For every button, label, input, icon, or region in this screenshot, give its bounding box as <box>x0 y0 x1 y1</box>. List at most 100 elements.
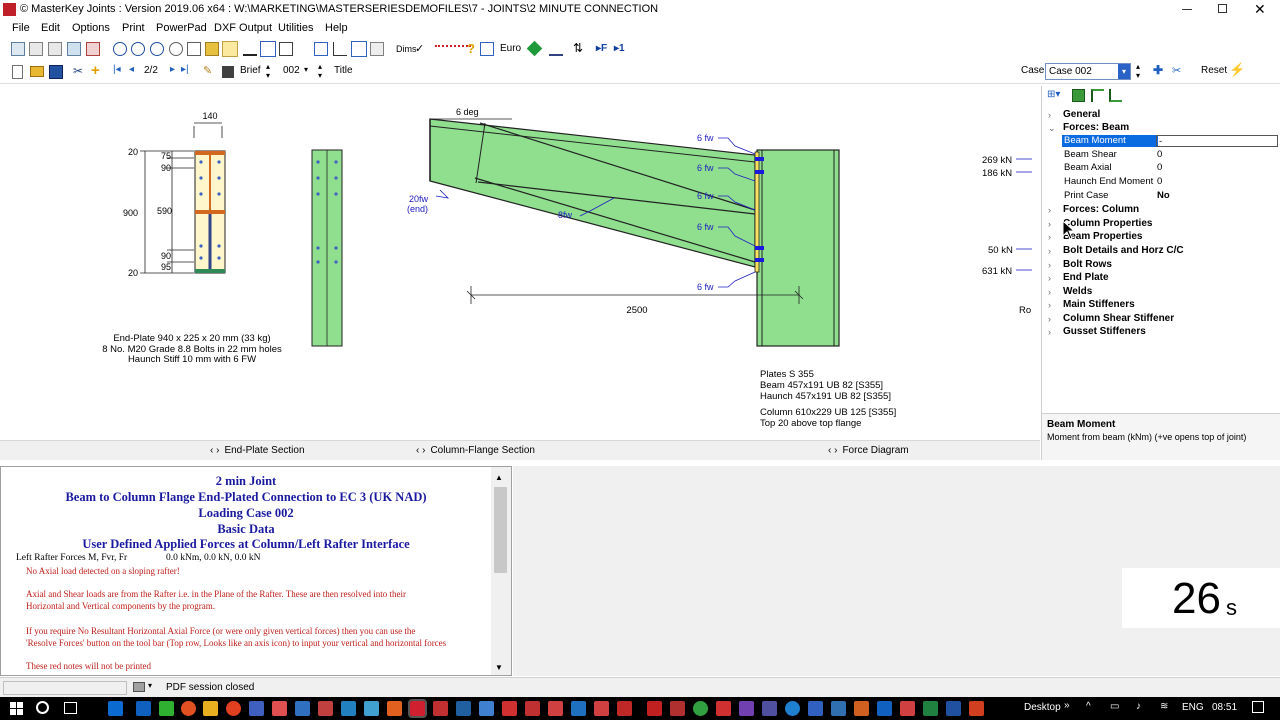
pan-icon[interactable] <box>222 41 238 57</box>
rafter-icon[interactable] <box>314 42 328 56</box>
search-icon[interactable] <box>36 701 49 714</box>
zoom-plus-icon[interactable] <box>131 42 145 56</box>
brief-selector[interactable]: Brief <box>240 65 261 76</box>
save-icon[interactable] <box>49 65 63 79</box>
category-welds[interactable]: Welds <box>1063 286 1092 297</box>
taskbar-app-icon[interactable] <box>785 701 800 716</box>
taskbar-app-icon[interactable] <box>525 701 540 716</box>
pencil-icon[interactable]: ✎ <box>203 64 212 77</box>
printer-icon[interactable] <box>29 42 43 56</box>
taskbar-app-icon[interactable] <box>318 701 333 716</box>
drawing-canvas[interactable]: 140 20 75 90 900 590 90 20 95 End-Plate … <box>0 86 1040 460</box>
prop-print-case[interactable]: Print Case <box>1062 190 1158 202</box>
taskbar-app-icon[interactable] <box>159 701 174 716</box>
taskbar-app-icon[interactable] <box>762 701 777 716</box>
taskbar-app-icon[interactable] <box>716 701 731 716</box>
report-pane[interactable]: 2 min Joint Beam to Column Flange End-Pl… <box>0 466 512 676</box>
tab-endplate-section[interactable]: ‹ › End-Plate Section <box>210 445 305 456</box>
prop-print-case-value[interactable]: No <box>1157 190 1170 202</box>
category-main-stiffeners[interactable]: Main Stiffeners <box>1063 299 1135 310</box>
taskbar-app-icon[interactable] <box>548 701 563 716</box>
category-column-shear-stiffener[interactable]: Column Shear Stiffener <box>1063 313 1174 324</box>
taskbar-app-icon[interactable] <box>877 701 892 716</box>
taskbar-app-icon[interactable] <box>831 701 846 716</box>
task-view-icon[interactable] <box>64 702 77 714</box>
taskbar-app-icon[interactable] <box>249 701 264 716</box>
taskbar-app-icon[interactable] <box>946 701 961 716</box>
chevron-down-icon[interactable]: ⌄ <box>1048 123 1056 134</box>
taskbar-app-icon[interactable] <box>364 701 379 716</box>
delete-case-icon[interactable]: ✂ <box>1172 64 1181 77</box>
prop-beam-axial[interactable]: Beam Axial <box>1062 162 1158 174</box>
wand-icon[interactable] <box>549 42 563 56</box>
chevron-right-icon[interactable]: › <box>1048 205 1051 215</box>
add-icon[interactable]: + <box>91 62 100 79</box>
menu-help[interactable]: Help <box>325 22 348 34</box>
prop-haunch-end-moment[interactable]: Haunch End Moment <box>1062 176 1158 188</box>
zoom-extents-icon[interactable] <box>187 42 201 56</box>
taskbar-app-icon[interactable] <box>203 701 218 716</box>
first-page-icon[interactable]: |◂ <box>113 64 121 75</box>
tray-volume-icon[interactable]: ♪ <box>1136 701 1141 712</box>
taskbar-app-icon[interactable] <box>617 701 632 716</box>
chevron-down-icon[interactable]: ▾ <box>1118 64 1130 79</box>
span-dim-icon[interactable] <box>260 41 276 57</box>
taskbar-app-icon[interactable] <box>739 701 754 716</box>
taskbar-app-icon[interactable] <box>387 701 402 716</box>
taskbar-desktop-label[interactable]: Desktop <box>1024 702 1061 713</box>
grid-toolbar-haunch-icon[interactable] <box>1109 89 1122 102</box>
category-end-plate[interactable]: End Plate <box>1063 272 1109 283</box>
chevron-right-icon[interactable]: » <box>1064 700 1070 711</box>
taskbar-app-icon[interactable] <box>693 701 708 716</box>
report-scrollbar[interactable]: ▲ ▼ <box>491 467 511 675</box>
force-arrows-icon[interactable] <box>435 45 471 51</box>
print-pages-icon[interactable] <box>67 42 81 56</box>
title-button[interactable]: Title <box>334 65 353 76</box>
category-forces-column[interactable]: Forces: Column <box>1063 204 1139 215</box>
taskbar-app-icon[interactable] <box>923 701 938 716</box>
scroll-down-icon[interactable]: ▼ <box>495 663 503 672</box>
windows-start-icon[interactable] <box>10 702 23 715</box>
check-icon[interactable]: ✓ <box>415 42 424 55</box>
tray-up-icon[interactable]: ^ <box>1086 701 1091 712</box>
next-page-icon[interactable]: ▸ <box>170 64 175 75</box>
taskbar-app-icon[interactable] <box>808 701 823 716</box>
axis-icon[interactable] <box>333 42 347 56</box>
prop-beam-moment[interactable]: Beam Moment <box>1062 135 1158 147</box>
menu-edit[interactable]: Edit <box>41 22 60 34</box>
taskbar-app-icon[interactable] <box>854 701 869 716</box>
taskbar-app-icon[interactable] <box>594 701 609 716</box>
taskbar-app-icon[interactable] <box>341 701 356 716</box>
prop-beam-axial-value[interactable]: 0 <box>1157 162 1162 174</box>
book-icon[interactable] <box>480 42 494 56</box>
tray-network-icon[interactable]: ▭ <box>1110 701 1119 712</box>
chevron-right-icon[interactable]: › <box>1048 327 1051 337</box>
close-icon[interactable]: ✕ <box>1254 1 1266 18</box>
zoom-window-icon[interactable] <box>169 42 183 56</box>
brief-spin-icon[interactable]: ▴ ▾ <box>266 62 270 80</box>
chevron-right-icon[interactable]: › <box>1048 110 1051 120</box>
category-gusset-stiffeners[interactable]: Gusset Stiffeners <box>1063 326 1146 337</box>
tray-clock[interactable]: 08:51 <box>1212 702 1237 713</box>
taskbar-app-icon[interactable] <box>670 701 685 716</box>
status-printer-icon[interactable] <box>133 682 145 692</box>
prop-beam-shear[interactable]: Beam Shear <box>1062 149 1158 161</box>
chevron-right-icon[interactable]: › <box>1048 246 1051 256</box>
taskbar-app-icon[interactable] <box>479 701 494 716</box>
menu-file[interactable]: File <box>12 22 30 34</box>
tab-column-flange-section[interactable]: ‹ › Column-Flange Section <box>416 445 535 456</box>
grid-toolbar-add-icon[interactable]: ⊞▾ <box>1047 89 1060 100</box>
add-case-icon[interactable]: ✚ <box>1153 63 1163 77</box>
menu-utilities[interactable]: Utilities <box>278 22 313 34</box>
taskbar-app-icon[interactable] <box>647 701 662 716</box>
print-setup-icon[interactable] <box>48 42 62 56</box>
taskbar-app-icon[interactable] <box>456 701 471 716</box>
case-spin2-icon[interactable]: ▴ ▾ <box>1136 62 1140 80</box>
case-select[interactable]: Case 002 ▾ <box>1045 63 1131 80</box>
cut-icon[interactable]: ✂ <box>73 64 83 78</box>
case-dropdown-icon[interactable]: ▾ <box>304 65 308 74</box>
chevron-right-icon[interactable]: › <box>1048 232 1051 242</box>
category-general[interactable]: General <box>1063 109 1100 120</box>
last-page-icon[interactable]: ▸| <box>181 64 189 75</box>
help-query-icon[interactable]: ? <box>467 41 475 56</box>
